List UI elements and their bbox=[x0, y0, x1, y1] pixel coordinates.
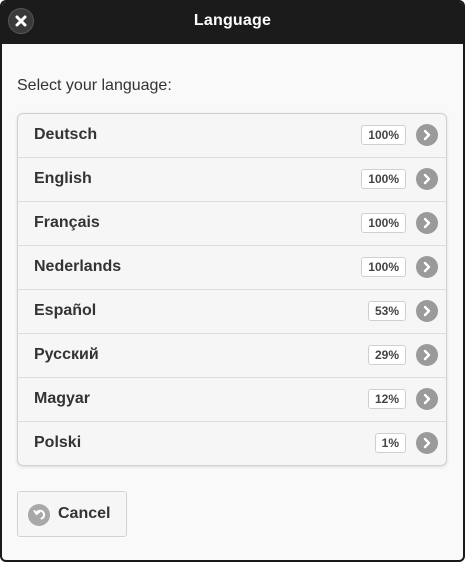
language-label: Nederlands bbox=[34, 258, 122, 275]
chevron-right-icon bbox=[416, 124, 438, 146]
chevron-right-icon bbox=[416, 168, 438, 190]
cancel-label: Cancel bbox=[58, 505, 111, 522]
language-row-polski[interactable]: Polski 1% bbox=[18, 422, 446, 465]
language-label: English bbox=[34, 170, 92, 187]
language-row-espanol[interactable]: Español 53% bbox=[18, 290, 446, 334]
chevron-right-icon bbox=[416, 256, 438, 278]
language-dialog: Language Select your language: Deutsch 1… bbox=[0, 0, 465, 562]
language-row-francais[interactable]: Français 100% bbox=[18, 202, 446, 246]
select-language-prompt: Select your language: bbox=[17, 77, 172, 94]
completion-badge: 100% bbox=[361, 213, 406, 233]
chevron-right-icon bbox=[416, 388, 438, 410]
language-row-magyar[interactable]: Magyar 12% bbox=[18, 378, 446, 422]
completion-badge: 1% bbox=[374, 433, 406, 453]
completion-badge: 12% bbox=[367, 389, 406, 409]
language-label: Русский bbox=[34, 346, 99, 363]
language-row-nederlands[interactable]: Nederlands 100% bbox=[18, 246, 446, 290]
language-label: Magyar bbox=[34, 390, 91, 407]
dialog-title: Language bbox=[193, 12, 272, 29]
close-button[interactable] bbox=[8, 8, 34, 34]
language-row-english[interactable]: English 100% bbox=[18, 158, 446, 202]
language-row-russian[interactable]: Русский 29% bbox=[18, 334, 446, 378]
language-label: Polski bbox=[34, 434, 82, 451]
language-list: Deutsch 100% English 100% Français 100% … bbox=[17, 113, 447, 466]
chevron-right-icon bbox=[416, 212, 438, 234]
language-label: Deutsch bbox=[34, 126, 98, 143]
chevron-right-icon bbox=[416, 300, 438, 322]
completion-badge: 100% bbox=[361, 169, 406, 189]
chevron-right-icon bbox=[416, 344, 438, 366]
completion-badge: 100% bbox=[361, 257, 406, 277]
close-icon bbox=[14, 14, 28, 28]
language-label: Español bbox=[34, 302, 97, 319]
back-arrow-icon bbox=[28, 504, 50, 526]
completion-badge: 100% bbox=[361, 125, 406, 145]
dialog-header: Language bbox=[2, 2, 463, 44]
completion-badge: 29% bbox=[367, 345, 406, 365]
language-label: Français bbox=[34, 214, 100, 231]
cancel-button[interactable]: Cancel bbox=[17, 491, 127, 537]
chevron-right-icon bbox=[416, 432, 438, 454]
language-row-deutsch[interactable]: Deutsch 100% bbox=[18, 114, 446, 158]
completion-badge: 53% bbox=[367, 301, 406, 321]
